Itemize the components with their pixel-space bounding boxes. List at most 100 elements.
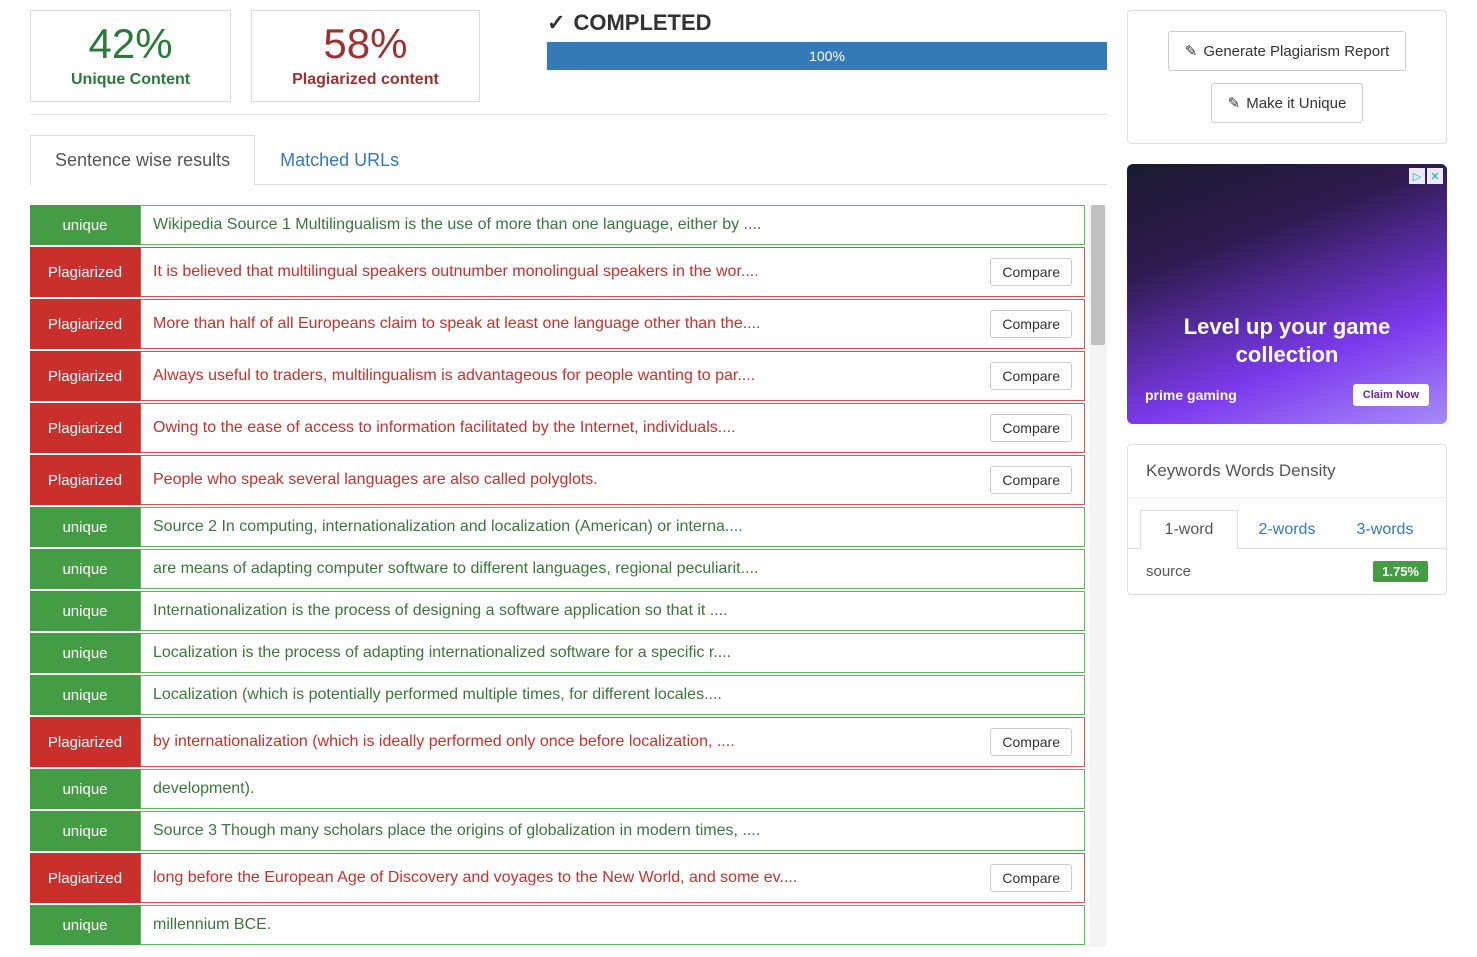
compare-button[interactable]: Compare	[990, 466, 1072, 494]
status-badge: unique	[30, 591, 140, 631]
completed-area: COMPLETED 100%	[547, 10, 1107, 70]
sentence-cell[interactable]: Always useful to traders, multilingualis…	[140, 351, 1085, 401]
result-row: unique are means of adapting computer sof…	[30, 549, 1085, 589]
progress-text: 100%	[809, 48, 845, 64]
result-row: unique Wikipedia Source 1 Multilingualism…	[30, 205, 1085, 245]
sentence-text: Always useful to traders, multilingualis…	[153, 367, 980, 385]
sentence-text: by internationalization (which is ideall…	[153, 733, 980, 751]
sentence-cell[interactable]: are means of adapting computer software …	[140, 549, 1085, 589]
status-badge: Plagiarized	[30, 853, 140, 903]
sentence-cell[interactable]: development).	[140, 769, 1085, 809]
result-row: PlagiarizedOwing to the ease of access t…	[30, 403, 1085, 453]
compare-button[interactable]: Compare	[990, 864, 1072, 892]
make-unique-label: Make it Unique	[1246, 95, 1346, 112]
keyword-row: source1.75%	[1128, 549, 1446, 594]
sentence-cell[interactable]: People who speak several languages are a…	[140, 455, 1085, 505]
result-row: unique Source 3 Though many scholars plac…	[30, 811, 1085, 851]
sentence-cell[interactable]: It is believed that multilingual speaker…	[140, 247, 1085, 297]
sentence-text: Localization is the process of adapting …	[153, 644, 1072, 662]
result-row: unique Localization is the process of ada…	[30, 633, 1085, 673]
tab-sentence-results[interactable]: Sentence wise results	[30, 135, 255, 185]
results-list: unique Wikipedia Source 1 Multilingualism…	[30, 205, 1085, 947]
status-badge: unique	[30, 675, 140, 715]
status-badge: unique	[30, 205, 140, 245]
status-badge: Plagiarized	[30, 299, 140, 349]
sentence-text: millennium BCE.	[153, 916, 1072, 934]
status-badge: unique	[30, 633, 140, 673]
sentence-cell[interactable]: millennium BCE.	[140, 905, 1085, 945]
scrollbar-thumb[interactable]	[1091, 205, 1105, 345]
plagiarized-stat-box: 58% Plagiarized content	[251, 10, 480, 102]
keyword-tab-3words[interactable]: 3-words	[1336, 510, 1434, 549]
sentence-cell[interactable]: Localization (which is potentially perfo…	[140, 675, 1085, 715]
check-icon	[547, 10, 565, 36]
result-row: Plagiarized long before the European Age …	[30, 853, 1085, 903]
keyword-word: source	[1146, 563, 1191, 580]
plagiarized-percent: 58%	[292, 23, 439, 65]
ad-headline: Level up your game collection	[1145, 313, 1429, 370]
sentence-cell[interactable]: Wikipedia Source 1 Multilingualism is th…	[140, 205, 1085, 245]
ad-info-icon[interactable]: ▷	[1409, 168, 1425, 184]
sentence-text: long before the European Age of Discover…	[153, 869, 980, 887]
ad-banner[interactable]: ▷ ✕ Level up your game collection prime …	[1127, 164, 1447, 424]
sentence-cell[interactable]: Source 2 In computing, internationalizat…	[140, 507, 1085, 547]
status-badge: unique	[30, 811, 140, 851]
status-badge: unique	[30, 549, 140, 589]
ad-close-icon[interactable]: ✕	[1427, 168, 1443, 184]
status-badge: unique	[30, 905, 140, 945]
result-row: Plagiarized It is believed that multiling…	[30, 247, 1085, 297]
sentence-text: More than half of all Europeans claim to…	[153, 315, 980, 333]
result-row: Plagiarized People who speak several lang…	[30, 455, 1085, 505]
sentence-text: Owing to the ease of access to informati…	[153, 419, 980, 437]
keyword-tab-2words[interactable]: 2-words	[1238, 510, 1336, 549]
sentence-text: Localization (which is potentially perfo…	[153, 686, 1072, 704]
compare-button[interactable]: Compare	[990, 728, 1072, 756]
sentence-cell[interactable]: long before the European Age of Discover…	[140, 853, 1085, 903]
tab-matched-urls[interactable]: Matched URLs	[255, 135, 424, 185]
make-unique-button[interactable]: Make it Unique	[1211, 83, 1364, 123]
sentence-text: Source 2 In computing, internationalizat…	[153, 518, 1072, 536]
sentence-text: are means of adapting computer software …	[153, 560, 1072, 578]
sentence-cell[interactable]: Owing to the ease of access to informati…	[140, 403, 1085, 453]
sentence-text: Source 3 Though many scholars place the …	[153, 822, 1072, 840]
scrollbar[interactable]	[1089, 205, 1107, 947]
status-badge: Plagiarized	[30, 455, 140, 505]
completed-label: COMPLETED	[573, 10, 711, 36]
result-row: unique Localization (which is potentially…	[30, 675, 1085, 715]
ad-brand: prime gaming	[1145, 387, 1237, 403]
generate-report-button[interactable]: Generate Plagiarism Report	[1168, 31, 1407, 71]
status-badge: Plagiarized	[30, 351, 140, 401]
sentence-cell[interactable]: More than half of all Europeans claim to…	[140, 299, 1085, 349]
compare-button[interactable]: Compare	[990, 362, 1072, 390]
compare-button[interactable]: Compare	[990, 310, 1072, 338]
keyword-tab-1word[interactable]: 1-word	[1140, 510, 1238, 549]
sentence-text: Internationalization is the process of d…	[153, 602, 1072, 620]
generate-report-label: Generate Plagiarism Report	[1203, 43, 1389, 60]
sentence-cell[interactable]: by internationalization (which is ideall…	[140, 717, 1085, 767]
unique-label: Unique Content	[71, 71, 190, 89]
sentence-cell[interactable]: Source 3 Though many scholars place the …	[140, 811, 1085, 851]
ad-claim-button[interactable]: Claim Now	[1353, 384, 1429, 406]
sentence-text: Wikipedia Source 1 Multilingualism is th…	[153, 216, 1072, 234]
pencil-icon	[1185, 42, 1198, 60]
keywords-card: Keywords Words Density 1-word 2-words 3-…	[1127, 444, 1447, 595]
status-badge: unique	[30, 769, 140, 809]
sentence-text: development).	[153, 780, 1072, 798]
sentence-cell[interactable]: Internationalization is the process of d…	[140, 591, 1085, 631]
status-badge: Plagiarized	[30, 247, 140, 297]
result-row: Plagiarizedby internationalization (whic…	[30, 717, 1085, 767]
sentence-text: It is believed that multilingual speaker…	[153, 263, 980, 281]
sentence-text: People who speak several languages are a…	[153, 471, 980, 489]
unique-percent: 42%	[71, 23, 190, 65]
status-badge: unique	[30, 507, 140, 547]
compare-button[interactable]: Compare	[990, 414, 1072, 442]
result-row: unique Internationalization is the proces…	[30, 591, 1085, 631]
result-row: unique development).	[30, 769, 1085, 809]
keywords-title: Keywords Words Density	[1128, 445, 1446, 498]
pencil-icon	[1228, 94, 1241, 112]
stats-header: 42% Unique Content 58% Plagiarized conte…	[30, 10, 1107, 115]
result-tabs: Sentence wise results Matched URLs	[30, 135, 1107, 185]
progress-bar: 100%	[547, 42, 1107, 70]
compare-button[interactable]: Compare	[990, 258, 1072, 286]
sentence-cell[interactable]: Localization is the process of adapting …	[140, 633, 1085, 673]
